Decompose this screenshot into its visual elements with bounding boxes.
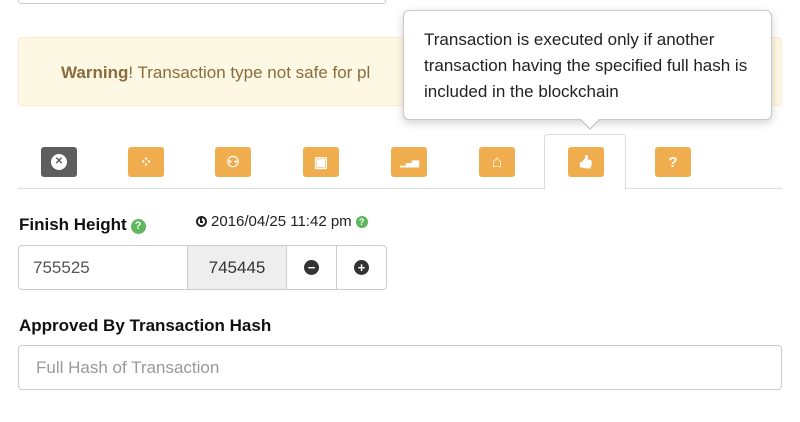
tab-users[interactable]: ⚇ bbox=[192, 134, 274, 189]
help-icon[interactable]: ? bbox=[355, 216, 368, 228]
increment-button[interactable]: + bbox=[337, 245, 387, 290]
tab-money[interactable]: ▣ bbox=[280, 134, 362, 189]
close-circle-icon[interactable]: ✕ bbox=[41, 147, 77, 177]
minus-icon: − bbox=[304, 260, 319, 275]
transaction-type-tabs: ✕ ⁘ ⚇ ▣ ▁▃▅ ⌂ 👍 ? bbox=[18, 134, 782, 190]
tab-glyph: ▁▃▅ bbox=[400, 156, 419, 167]
approved-hash-label: Approved By Transaction Hash bbox=[19, 316, 272, 335]
bank-icon[interactable]: ⌂ bbox=[479, 147, 515, 177]
plus-icon: + bbox=[354, 260, 369, 275]
tab-glyph: ✕ bbox=[51, 154, 67, 170]
finish-height-date: 2016/04/25 11:42 pm? bbox=[196, 213, 368, 230]
warning-strong: Warning bbox=[61, 63, 129, 82]
users-icon[interactable]: ⚇ bbox=[215, 147, 251, 177]
tab-glyph: 👍 bbox=[577, 154, 595, 169]
current-height-addon: 745445 bbox=[188, 245, 287, 290]
approved-hash-input[interactable] bbox=[18, 345, 782, 390]
help-icon[interactable]: ? bbox=[130, 219, 146, 234]
thumbs-up-icon[interactable]: 👍 bbox=[568, 147, 604, 177]
spinner-icon[interactable]: ⁘ bbox=[128, 147, 164, 177]
clock-icon bbox=[196, 216, 207, 227]
signal-icon[interactable]: ▁▃▅ bbox=[391, 147, 427, 177]
tab-glyph: ⚇ bbox=[226, 154, 240, 171]
decrement-button[interactable]: − bbox=[287, 245, 337, 290]
tooltip-text: Transaction is executed only if another … bbox=[424, 30, 748, 101]
tab-question[interactable]: ? bbox=[632, 134, 714, 189]
tab-signal[interactable]: ▁▃▅ bbox=[368, 134, 450, 189]
tab-spinner[interactable]: ⁘ bbox=[105, 134, 187, 189]
finish-height-date-text: 2016/04/25 11:42 pm bbox=[211, 213, 352, 230]
finish-height-input[interactable] bbox=[18, 245, 188, 290]
top-input-field[interactable] bbox=[18, 0, 386, 4]
tab-close[interactable]: ✕ bbox=[18, 134, 100, 189]
money-icon[interactable]: ▣ bbox=[303, 147, 339, 177]
tab-glyph: ⁘ bbox=[139, 154, 153, 171]
tooltip: Transaction is executed only if another … bbox=[403, 10, 772, 120]
finish-height-input-group: 745445 − + bbox=[18, 245, 387, 290]
tab-glyph: ⌂ bbox=[491, 152, 503, 171]
tab-glyph: ? bbox=[668, 153, 678, 171]
warning-text: ! Transaction type not safe for pl bbox=[128, 63, 371, 82]
question-icon[interactable]: ? bbox=[655, 147, 691, 177]
tab-bank[interactable]: ⌂ bbox=[456, 134, 538, 189]
tab-glyph: ▣ bbox=[313, 154, 329, 171]
finish-height-label: Finish Height? bbox=[19, 215, 146, 235]
finish-height-label-text: Finish Height bbox=[19, 215, 127, 234]
tooltip-arrow-inner bbox=[580, 118, 600, 128]
tab-approval[interactable]: 👍 bbox=[544, 134, 626, 190]
